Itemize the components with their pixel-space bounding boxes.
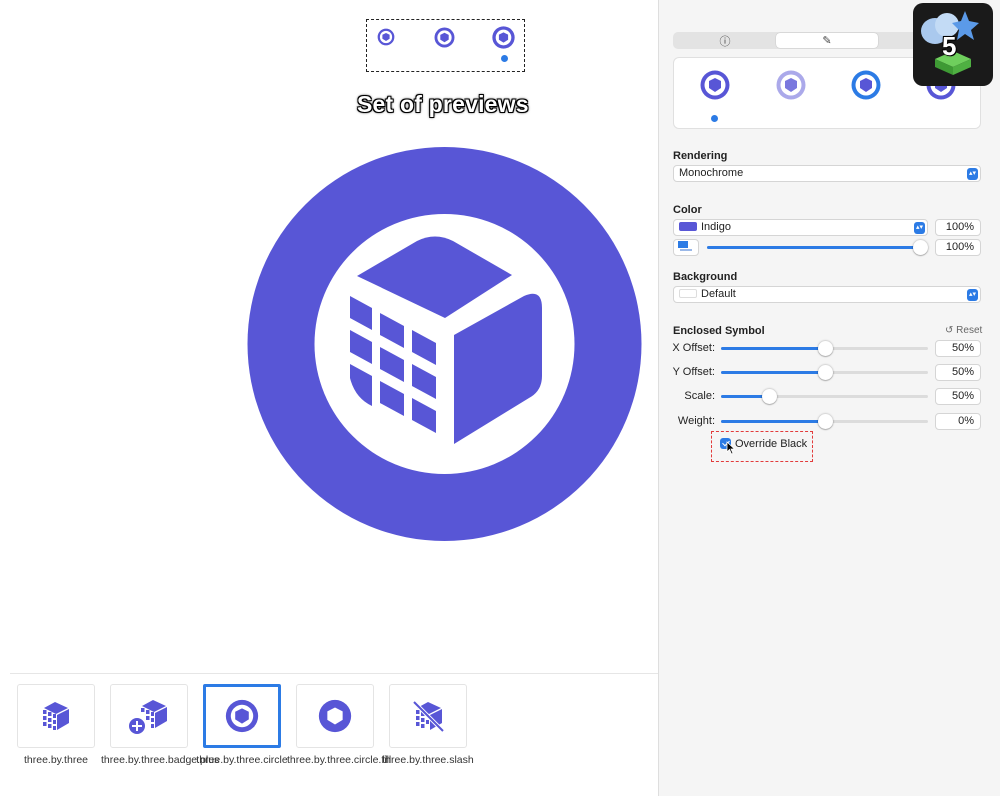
tab-rendering[interactable]: ✎ xyxy=(776,33,878,48)
gallery-item-label: three.by.three.slash xyxy=(382,754,474,766)
preview-annotation-caption: Set of previews xyxy=(357,91,529,117)
variant-monochrome-icon[interactable] xyxy=(700,70,730,100)
background-swatch xyxy=(679,288,697,298)
three-by-three-badge-plus-icon xyxy=(129,700,167,734)
y-offset-slider[interactable] xyxy=(721,365,928,380)
color-opacity-slider[interactable] xyxy=(707,240,928,255)
reset-button[interactable]: ↺ Reset xyxy=(945,325,982,336)
tab-info[interactable]: ⓘ xyxy=(675,33,775,48)
chevron-up-down-icon: ▴▾ xyxy=(967,167,978,180)
gallery-item-label: three.by.three.circle xyxy=(196,754,288,766)
three-by-three-icon xyxy=(43,702,69,730)
gallery-item-label: three.by.three xyxy=(23,754,88,766)
y-offset-label: Y Offset: xyxy=(672,366,715,378)
slider-knob[interactable] xyxy=(817,341,833,356)
selected-variant-indicator xyxy=(711,115,718,122)
preview-medium-icon[interactable] xyxy=(434,27,455,48)
variant-palette-icon[interactable] xyxy=(851,70,881,100)
x-offset-slider[interactable] xyxy=(721,341,928,356)
color-picker-icon xyxy=(678,241,692,252)
chevron-up-down-icon: ▴▾ xyxy=(914,221,925,234)
reset-icon: ↺ xyxy=(945,325,954,336)
weight-slider[interactable] xyxy=(721,414,928,429)
slider-knob[interactable] xyxy=(817,365,833,380)
rendering-select[interactable]: Monochrome ▴▾ xyxy=(673,165,981,182)
gallery-item-three-by-three-circle[interactable]: three.by.three.circle xyxy=(196,684,288,767)
symbol-canvas: Set of previews three.by.three three.by.… xyxy=(0,0,658,796)
app-logo-badge: 5 xyxy=(913,3,993,86)
color-value: Indigo xyxy=(701,221,731,233)
x-offset-field[interactable]: 50% xyxy=(935,340,981,357)
color-select[interactable]: Indigo ▴▾ xyxy=(673,219,928,236)
symbol-gallery: three.by.three three.by.three.badge.plus xyxy=(10,673,658,796)
weight-label: Weight: xyxy=(677,415,715,427)
chevron-up-down-icon: ▴▾ xyxy=(967,288,978,301)
slider-knob[interactable] xyxy=(913,240,928,255)
inspector-panel: ⓘ ✎ Rendering Monochrome ▴▾ Color Indigo xyxy=(658,0,1000,796)
gallery-item-three-by-three[interactable]: three.by.three xyxy=(17,684,95,767)
three-by-three-slash-icon xyxy=(412,700,445,733)
preview-small-icon[interactable] xyxy=(377,28,395,46)
background-label: Background xyxy=(673,271,738,283)
slider-knob[interactable] xyxy=(817,414,833,429)
selected-preview-indicator xyxy=(501,55,508,62)
three-by-three-circle-icon xyxy=(247,147,642,541)
color-label: Color xyxy=(673,204,702,216)
rendering-label: Rendering xyxy=(673,150,728,162)
enclosed-symbol-label: Enclosed Symbol xyxy=(673,325,765,337)
override-black-label: Override Black xyxy=(735,438,808,450)
info-icon: ⓘ xyxy=(719,35,731,48)
weight-field[interactable]: 0% xyxy=(935,413,981,430)
mouse-pointer-icon xyxy=(726,441,736,455)
variant-hierarchical-icon[interactable] xyxy=(776,70,806,100)
color-swatch xyxy=(679,221,697,231)
gallery-item-label: three.by.three.circle.fill xyxy=(287,754,392,766)
preview-set-annotation-box xyxy=(366,19,525,72)
preview-large-icon[interactable] xyxy=(492,26,515,49)
color-percent-field[interactable]: 100% xyxy=(935,219,981,236)
badge-number: 5 xyxy=(942,31,957,61)
gallery-item-label: three.by.three.badge.plus xyxy=(101,754,220,766)
three-by-three-circle-fill-icon xyxy=(318,699,352,733)
scale-field[interactable]: 50% xyxy=(935,388,981,405)
rendering-value: Monochrome xyxy=(679,167,744,179)
scale-slider[interactable] xyxy=(721,389,928,404)
scale-label: Scale: xyxy=(684,390,715,402)
x-offset-label: X Offset: xyxy=(672,342,715,354)
paintbrush-icon: ✎ xyxy=(822,35,832,47)
gallery-item-three-by-three-slash[interactable]: three.by.three.slash xyxy=(382,684,474,767)
color-picker-button[interactable] xyxy=(673,239,699,256)
y-offset-field[interactable]: 50% xyxy=(935,364,981,381)
slider-knob[interactable] xyxy=(761,389,777,404)
background-value: Default xyxy=(701,288,736,300)
gallery-item-three-by-three-badge-plus[interactable]: three.by.three.badge.plus xyxy=(101,684,219,767)
color-opacity-field[interactable]: 100% xyxy=(935,239,981,256)
three-by-three-circle-icon xyxy=(225,699,259,733)
gallery-item-three-by-three-circle-fill[interactable]: three.by.three.circle.fill xyxy=(287,684,391,767)
background-select[interactable]: Default ▴▾ xyxy=(673,286,981,303)
